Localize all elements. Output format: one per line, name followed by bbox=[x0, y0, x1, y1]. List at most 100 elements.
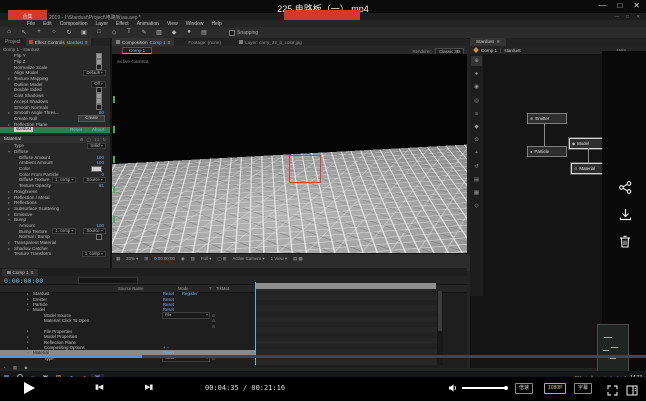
viewer-option[interactable]: 20% ▾ bbox=[126, 256, 138, 262]
force-node-icon[interactable]: ◎ bbox=[471, 96, 482, 106]
tab-footage[interactable]: Footage: (none) bbox=[184, 38, 225, 46]
panel-menu-icon[interactable]: ≡ bbox=[31, 270, 34, 275]
twirl-icon[interactable]: ▸ bbox=[27, 292, 29, 296]
grid-node-icon[interactable]: ▦ bbox=[471, 188, 482, 198]
map-node-icon[interactable]: ▤ bbox=[471, 175, 482, 185]
share-icon[interactable] bbox=[619, 181, 632, 194]
brush-tool-icon[interactable]: ✎ bbox=[140, 29, 148, 36]
twirl-icon[interactable]: ▸ bbox=[27, 335, 29, 339]
menu-effect[interactable]: Effect bbox=[116, 21, 129, 27]
twirl-icon[interactable]: ▸ bbox=[8, 206, 12, 211]
twirl-icon[interactable]: ▸ bbox=[27, 329, 29, 333]
volume-knob[interactable] bbox=[504, 386, 509, 391]
viewer-option[interactable]: ▤ ▦ bbox=[293, 256, 303, 262]
model-node-icon[interactable]: ◆ bbox=[471, 122, 482, 132]
eraser-tool-icon[interactable]: ◆ bbox=[170, 29, 178, 36]
download-icon[interactable] bbox=[619, 208, 632, 221]
node-particle[interactable]: ●Particle bbox=[527, 146, 567, 157]
tab-stardust[interactable]: Stardust ≡ bbox=[470, 38, 506, 46]
replica-node-icon[interactable]: ↺ bbox=[471, 162, 482, 172]
speed-button[interactable]: 倍速 bbox=[515, 383, 533, 394]
volume-icon[interactable] bbox=[448, 383, 458, 393]
viewer-option[interactable]: 0:00:00:00 bbox=[154, 256, 175, 261]
menu-window[interactable]: Window bbox=[186, 21, 204, 27]
menu-view[interactable]: View bbox=[167, 21, 178, 27]
tab-composition[interactable]: Composition Comp 1 ≡ bbox=[112, 38, 174, 46]
hand-tool-icon[interactable]: + bbox=[35, 29, 43, 36]
comp-mini-tab[interactable]: Comp 1 bbox=[122, 47, 152, 54]
menu-file[interactable]: File bbox=[27, 21, 35, 27]
menu-help[interactable]: Help bbox=[211, 21, 221, 27]
play-button[interactable] bbox=[24, 382, 35, 394]
sphere-node-icon[interactable]: ⊙ bbox=[471, 135, 482, 145]
viewer-option[interactable]: ▢ ⊞ bbox=[217, 256, 226, 262]
twirl-icon[interactable]: ▸ bbox=[27, 302, 29, 306]
volume-slider[interactable] bbox=[462, 387, 506, 389]
menu-composition[interactable]: Composition bbox=[60, 21, 88, 27]
timeline-search-input[interactable] bbox=[78, 277, 138, 284]
viewer-option[interactable]: 1 View ▾ bbox=[271, 256, 288, 262]
stamp-tool-icon[interactable]: ▨ bbox=[155, 29, 163, 36]
misc-node-icon[interactable]: ◇ bbox=[471, 201, 482, 211]
seek-bar[interactable] bbox=[0, 355, 646, 358]
pan-behind-tool-icon[interactable]: ▣ bbox=[80, 29, 88, 36]
video-frame[interactable]: 2019 - I:\Stardust\Project\电路板\aa.aep * … bbox=[0, 13, 646, 371]
fullscreen-button[interactable] bbox=[607, 383, 618, 401]
twirl-icon[interactable]: ▸ bbox=[27, 340, 29, 344]
twirl-icon[interactable]: ▸ bbox=[8, 76, 12, 81]
about-link[interactable]: About bbox=[92, 127, 104, 132]
twirl-icon[interactable]: ▸ bbox=[8, 200, 12, 205]
property-value[interactable]: 81 bbox=[99, 183, 104, 188]
twirl-icon[interactable]: ▸ bbox=[8, 240, 12, 245]
twirl-icon[interactable]: ▾ bbox=[8, 149, 12, 154]
composition-viewport[interactable]: Active Camera bbox=[112, 54, 467, 253]
close-button[interactable]: ✕ bbox=[633, 1, 640, 10]
shape-tool-icon[interactable]: □ bbox=[95, 29, 103, 36]
roto-brush-tool-icon[interactable]: ● bbox=[185, 29, 193, 36]
timeline-scrollbar[interactable] bbox=[437, 291, 443, 365]
twirl-icon[interactable]: ▾ bbox=[27, 308, 29, 312]
selection-tool-icon[interactable]: ↖ bbox=[20, 29, 28, 36]
viewer-option[interactable]: ▥ bbox=[191, 256, 195, 262]
snapping-toggle[interactable]: Snapping bbox=[229, 30, 258, 36]
subtitle-button[interactable]: 字幕 bbox=[574, 383, 592, 394]
effect-name-input[interactable]: stardust bbox=[14, 127, 33, 132]
tab-project[interactable]: Project bbox=[0, 39, 26, 45]
viewer-option[interactable]: ▦ bbox=[116, 256, 120, 262]
emitter-node-icon[interactable]: ⊕ bbox=[471, 56, 482, 66]
twirl-icon[interactable]: ▸ bbox=[8, 246, 12, 251]
space-node-icon[interactable]: ≡ bbox=[471, 109, 482, 119]
particle-node-icon[interactable]: ● bbox=[471, 69, 482, 79]
twirl-icon[interactable]: ▸ bbox=[8, 189, 12, 194]
viewer-option[interactable]: ⊞ bbox=[144, 256, 148, 262]
tab-effect-controls[interactable]: Effect Controls stardust ≡ bbox=[26, 38, 91, 46]
panel-menu-icon[interactable]: ≡ bbox=[168, 40, 171, 45]
pen-tool-icon[interactable]: ◇ bbox=[110, 29, 118, 36]
property-dropdown[interactable]: 1. comp ▾ bbox=[82, 251, 106, 258]
property-row[interactable]: stardust Reset About bbox=[0, 127, 110, 133]
menu-layer[interactable]: Layer bbox=[95, 21, 108, 27]
viewer-option[interactable]: Full ▾ bbox=[201, 256, 212, 262]
property-value[interactable]: 100 bbox=[96, 155, 104, 160]
reset-link[interactable]: Reset bbox=[70, 127, 82, 132]
home-tool-icon[interactable]: ⌂ bbox=[5, 29, 13, 36]
timeline-tab-comp1[interactable]: Comp 1 ≡ bbox=[2, 269, 38, 276]
minimize-button[interactable]: — bbox=[598, 1, 606, 10]
panel-menu-icon[interactable]: ≡ bbox=[85, 40, 88, 45]
trash-icon[interactable] bbox=[619, 235, 631, 248]
type-tool-icon[interactable]: T bbox=[125, 29, 133, 36]
twirl-icon[interactable]: ▸ bbox=[8, 195, 12, 200]
viewer-option[interactable]: Active Camera ▾ bbox=[232, 256, 264, 262]
menu-edit[interactable]: Edit bbox=[43, 21, 52, 27]
menu-animation[interactable]: Animation bbox=[137, 21, 159, 27]
tab-layer[interactable]: Layer: carry_22_b_color.jpg bbox=[235, 38, 306, 46]
snapping-checkbox[interactable] bbox=[229, 30, 235, 36]
zoom-tool-icon[interactable]: ○ bbox=[50, 29, 58, 36]
scrollbar-thumb[interactable] bbox=[438, 291, 442, 331]
work-area-bar[interactable] bbox=[256, 283, 436, 289]
twirl-icon[interactable]: ▾ bbox=[8, 217, 12, 222]
timeline-track-area[interactable] bbox=[255, 291, 437, 365]
playlist-button[interactable] bbox=[626, 383, 638, 401]
node-emitter[interactable]: ⊕Emitter bbox=[527, 113, 567, 124]
next-button[interactable]: ▶▮ bbox=[145, 383, 152, 391]
